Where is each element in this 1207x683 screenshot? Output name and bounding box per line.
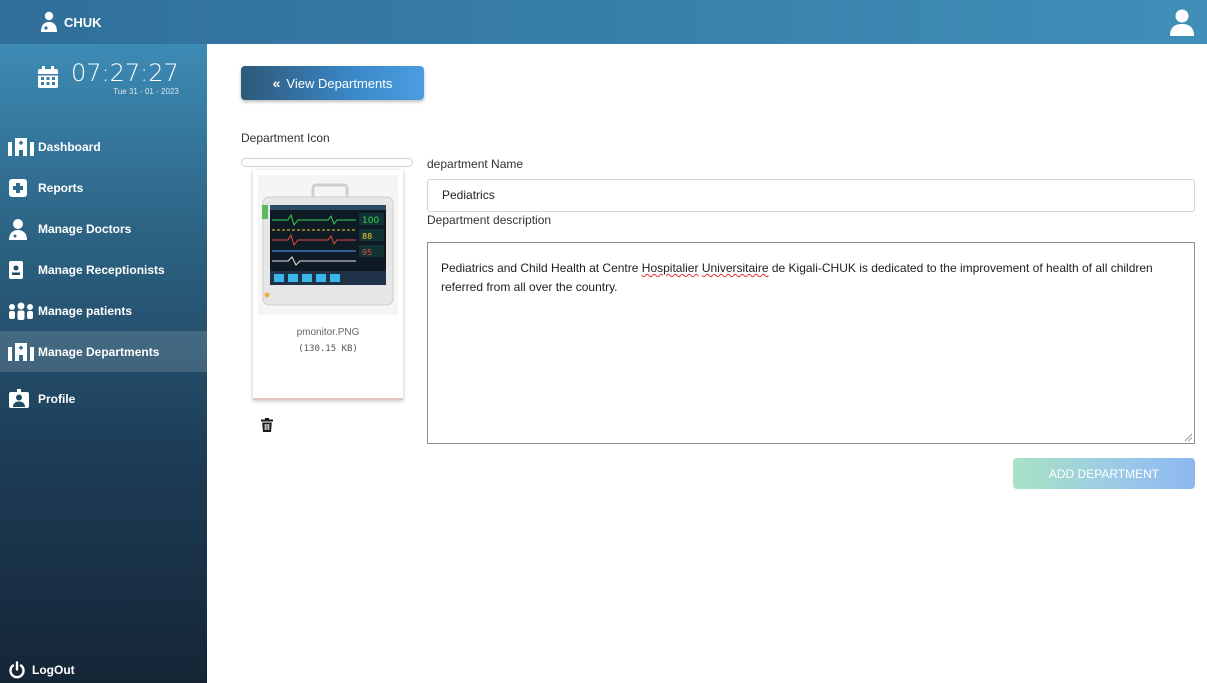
- hospital-icon: [8, 341, 36, 363]
- sidebar-item-manage-departments[interactable]: Manage Departments: [0, 331, 207, 372]
- sidebar: 07:27:27 Tue 31 - 01 - 2023 Dashboard Re…: [0, 44, 207, 683]
- file-size: (130.15 KB): [298, 344, 358, 354]
- sidebar-item-manage-receptionists[interactable]: Manage Receptionists: [0, 249, 207, 290]
- department-name-label: department Name: [427, 157, 524, 171]
- department-description-textarea[interactable]: Pediatrics and Child Health at Centre Ho…: [427, 242, 1195, 444]
- id-badge-icon: [8, 259, 36, 281]
- logout-label: LogOut: [32, 663, 75, 677]
- sidebar-item-manage-doctors[interactable]: Manage Doctors: [0, 208, 207, 249]
- power-icon: [9, 661, 25, 679]
- resize-grip-icon[interactable]: [1184, 433, 1192, 441]
- trash-icon[interactable]: [261, 418, 273, 432]
- file-preview-card: 100 88 95 pmonitor.PNG (130.15 KB): [253, 170, 403, 400]
- svg-text:100: 100: [362, 216, 379, 226]
- brand-name: CHUK: [64, 14, 102, 30]
- svg-text:88: 88: [362, 232, 372, 241]
- sidebar-item-label: Manage Receptionists: [38, 262, 165, 277]
- upload-dropzone[interactable]: [241, 158, 413, 167]
- view-departments-button[interactable]: « View Departments: [241, 66, 424, 100]
- sidebar-item-manage-patients[interactable]: Manage patients: [0, 290, 207, 331]
- department-name-input[interactable]: Pediatrics: [427, 179, 1195, 212]
- sidebar-item-label: Reports: [38, 180, 84, 195]
- people-icon: [8, 300, 36, 322]
- logout-button[interactable]: LogOut: [8, 661, 75, 679]
- calendar-icon: [38, 66, 58, 88]
- sidebar-item-dashboard[interactable]: Dashboard: [0, 126, 207, 167]
- sidebar-item-reports[interactable]: Reports: [0, 167, 207, 208]
- department-description-label: Department description: [427, 213, 552, 227]
- patient-monitor-image: 100 88 95: [258, 175, 398, 315]
- doctor-icon: [8, 218, 36, 240]
- clock: 07:27:27 Tue 31 - 01 - 2023: [37, 60, 179, 96]
- sidebar-item-label: Manage patients: [38, 303, 133, 318]
- hospital-icon: [8, 136, 36, 158]
- sidebar-item-profile[interactable]: Profile: [0, 372, 207, 426]
- double-chevron-left-icon: «: [272, 75, 281, 91]
- user-profile-icon: [8, 388, 36, 410]
- clock-time: 07:27:27: [71, 59, 179, 87]
- department-icon-label: Department Icon: [241, 131, 330, 145]
- description-text: Pediatrics and Child Health at Centre: [441, 261, 642, 275]
- sidebar-nav: Dashboard Reports Manage Doctors Manage …: [0, 126, 207, 426]
- sidebar-item-label: Manage Doctors: [38, 221, 132, 236]
- file-name: pmonitor.PNG: [296, 327, 360, 338]
- user-avatar-icon[interactable]: [1169, 8, 1195, 36]
- add-department-button[interactable]: ADD DEPARTMENT: [1013, 458, 1195, 489]
- sidebar-item-label: Manage Departments: [38, 344, 160, 359]
- brand[interactable]: CHUK: [40, 9, 102, 35]
- clock-date: Tue 31 - 01 - 2023: [113, 87, 179, 96]
- misspelled-word: Hospitalier: [641, 261, 699, 275]
- view-departments-label: View Departments: [286, 75, 393, 91]
- doctor-logo-icon: [41, 11, 57, 32]
- sidebar-item-label: Dashboard: [38, 139, 101, 154]
- svg-text:95: 95: [362, 248, 372, 257]
- medical-report-icon: [8, 177, 36, 199]
- misspelled-word: Universitaire: [701, 261, 769, 275]
- sidebar-item-label: Profile: [38, 392, 76, 406]
- top-bar: CHUK: [0, 0, 1207, 44]
